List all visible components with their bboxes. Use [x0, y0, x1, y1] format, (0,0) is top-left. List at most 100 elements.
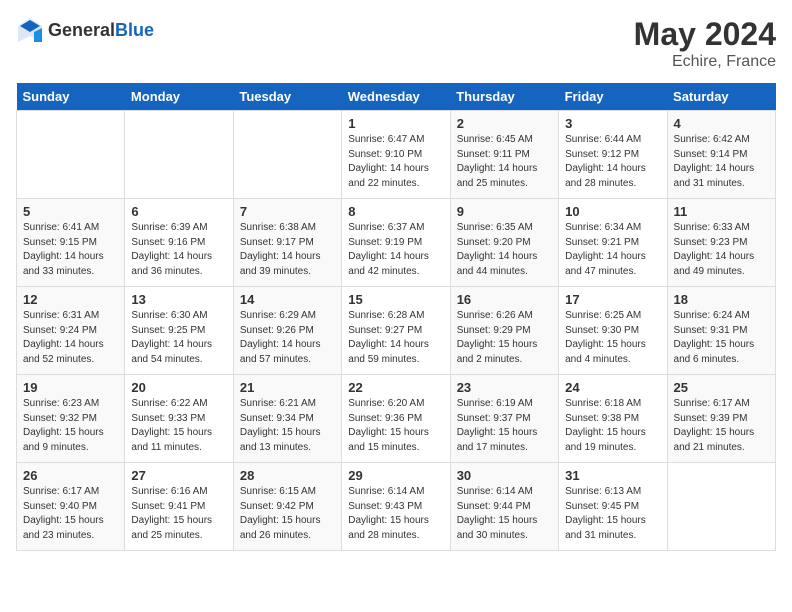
calendar-cell: 9 Sunrise: 6:35 AM Sunset: 9:20 PM Daylig…	[450, 199, 558, 287]
calendar-cell	[667, 463, 775, 551]
calendar-cell: 27 Sunrise: 6:16 AM Sunset: 9:41 PM Dayli…	[125, 463, 233, 551]
day-number: 7	[240, 204, 335, 219]
logo-text: GeneralBlue	[48, 20, 154, 41]
calendar-cell: 3 Sunrise: 6:44 AM Sunset: 9:12 PM Daylig…	[559, 111, 667, 199]
calendar-cell	[125, 111, 233, 199]
day-number: 30	[457, 468, 552, 483]
day-header-friday: Friday	[559, 83, 667, 111]
day-info: Sunrise: 6:47 AM Sunset: 9:10 PM Dayligh…	[348, 133, 443, 191]
day-number: 9	[457, 204, 552, 219]
day-info: Sunrise: 6:14 AM Sunset: 9:43 PM Dayligh…	[348, 485, 443, 543]
day-header-wednesday: Wednesday	[342, 83, 450, 111]
calendar-location: Echire, France	[634, 53, 776, 71]
calendar-cell: 22Sunrise: 6:20 AM Sunset: 9:36 PM Dayli…	[342, 375, 450, 463]
calendar-cell: 10 Sunrise: 6:34 AM Sunset: 9:21 PM Dayli…	[559, 199, 667, 287]
day-info: Sunrise: 6:34 AM Sunset: 9:21 PM Dayligh…	[565, 221, 660, 279]
week-row-5: 26Sunrise: 6:17 AM Sunset: 9:40 PM Dayli…	[17, 463, 776, 551]
calendar-cell: 2Sunrise: 6:45 AM Sunset: 9:11 PM Daylig…	[450, 111, 558, 199]
calendar-cell	[17, 111, 125, 199]
logo-general: General	[48, 20, 115, 40]
day-number: 15	[348, 292, 443, 307]
day-info: Sunrise: 6:44 AM Sunset: 9:12 PM Dayligh…	[565, 133, 660, 191]
day-info: Sunrise: 6:42 AM Sunset: 9:14 PM Dayligh…	[674, 133, 769, 191]
day-number: 21	[240, 380, 335, 395]
calendar-cell	[233, 111, 341, 199]
calendar-cell: 30 Sunrise: 6:14 AM Sunset: 9:44 PM Dayli…	[450, 463, 558, 551]
day-info: Sunrise: 6:35 AM Sunset: 9:20 PM Dayligh…	[457, 221, 552, 279]
calendar-cell: 13 Sunrise: 6:30 AM Sunset: 9:25 PM Dayli…	[125, 287, 233, 375]
day-number: 12	[23, 292, 118, 307]
day-number: 19	[23, 380, 118, 395]
calendar-cell: 26Sunrise: 6:17 AM Sunset: 9:40 PM Dayli…	[17, 463, 125, 551]
day-info: Sunrise: 6:28 AM Sunset: 9:27 PM Dayligh…	[348, 309, 443, 367]
title-block: May 2024 Echire, France	[634, 16, 776, 71]
days-header-row: SundayMondayTuesdayWednesdayThursdayFrid…	[17, 83, 776, 111]
day-header-tuesday: Tuesday	[233, 83, 341, 111]
day-number: 18	[674, 292, 769, 307]
day-info: Sunrise: 6:16 AM Sunset: 9:41 PM Dayligh…	[131, 485, 226, 543]
day-info: Sunrise: 6:37 AM Sunset: 9:19 PM Dayligh…	[348, 221, 443, 279]
day-number: 11	[674, 204, 769, 219]
day-info: Sunrise: 6:33 AM Sunset: 9:23 PM Dayligh…	[674, 221, 769, 279]
day-info: Sunrise: 6:22 AM Sunset: 9:33 PM Dayligh…	[131, 397, 226, 455]
day-info: Sunrise: 6:41 AM Sunset: 9:15 PM Dayligh…	[23, 221, 118, 279]
day-number: 3	[565, 116, 660, 131]
calendar-cell: 1 Sunrise: 6:47 AM Sunset: 9:10 PM Daylig…	[342, 111, 450, 199]
day-info: Sunrise: 6:24 AM Sunset: 9:31 PM Dayligh…	[674, 309, 769, 367]
day-number: 20	[131, 380, 226, 395]
day-info: Sunrise: 6:25 AM Sunset: 9:30 PM Dayligh…	[565, 309, 660, 367]
day-number: 28	[240, 468, 335, 483]
day-number: 13	[131, 292, 226, 307]
calendar-cell: 18 Sunrise: 6:24 AM Sunset: 9:31 PM Dayli…	[667, 287, 775, 375]
day-info: Sunrise: 6:17 AM Sunset: 9:40 PM Dayligh…	[23, 485, 118, 543]
day-info: Sunrise: 6:14 AM Sunset: 9:44 PM Dayligh…	[457, 485, 552, 543]
calendar-table: SundayMondayTuesdayWednesdayThursdayFrid…	[16, 83, 776, 551]
day-number: 31	[565, 468, 660, 483]
day-number: 8	[348, 204, 443, 219]
week-row-2: 5Sunrise: 6:41 AM Sunset: 9:15 PM Daylig…	[17, 199, 776, 287]
day-number: 23	[457, 380, 552, 395]
day-info: Sunrise: 6:26 AM Sunset: 9:29 PM Dayligh…	[457, 309, 552, 367]
day-number: 10	[565, 204, 660, 219]
day-number: 2	[457, 116, 552, 131]
day-header-monday: Monday	[125, 83, 233, 111]
day-info: Sunrise: 6:15 AM Sunset: 9:42 PM Dayligh…	[240, 485, 335, 543]
calendar-cell: 6Sunrise: 6:39 AM Sunset: 9:16 PM Daylig…	[125, 199, 233, 287]
day-info: Sunrise: 6:23 AM Sunset: 9:32 PM Dayligh…	[23, 397, 118, 455]
logo: GeneralBlue	[16, 16, 154, 44]
day-number: 17	[565, 292, 660, 307]
calendar-cell: 12Sunrise: 6:31 AM Sunset: 9:24 PM Dayli…	[17, 287, 125, 375]
calendar-cell: 31Sunrise: 6:13 AM Sunset: 9:45 PM Dayli…	[559, 463, 667, 551]
calendar-cell: 4Sunrise: 6:42 AM Sunset: 9:14 PM Daylig…	[667, 111, 775, 199]
day-number: 29	[348, 468, 443, 483]
calendar-cell: 20 Sunrise: 6:22 AM Sunset: 9:33 PM Dayli…	[125, 375, 233, 463]
logo-blue: Blue	[115, 20, 154, 40]
week-row-1: 1 Sunrise: 6:47 AM Sunset: 9:10 PM Daylig…	[17, 111, 776, 199]
calendar-cell: 17 Sunrise: 6:25 AM Sunset: 9:30 PM Dayli…	[559, 287, 667, 375]
page-header: GeneralBlue May 2024 Echire, France	[16, 16, 776, 71]
calendar-cell: 24Sunrise: 6:18 AM Sunset: 9:38 PM Dayli…	[559, 375, 667, 463]
week-row-3: 12Sunrise: 6:31 AM Sunset: 9:24 PM Dayli…	[17, 287, 776, 375]
day-info: Sunrise: 6:17 AM Sunset: 9:39 PM Dayligh…	[674, 397, 769, 455]
day-number: 6	[131, 204, 226, 219]
day-info: Sunrise: 6:30 AM Sunset: 9:25 PM Dayligh…	[131, 309, 226, 367]
calendar-cell: 29 Sunrise: 6:14 AM Sunset: 9:43 PM Dayli…	[342, 463, 450, 551]
week-row-4: 19 Sunrise: 6:23 AM Sunset: 9:32 PM Dayli…	[17, 375, 776, 463]
day-number: 24	[565, 380, 660, 395]
calendar-cell: 11 Sunrise: 6:33 AM Sunset: 9:23 PM Dayli…	[667, 199, 775, 287]
day-info: Sunrise: 6:29 AM Sunset: 9:26 PM Dayligh…	[240, 309, 335, 367]
day-number: 27	[131, 468, 226, 483]
day-header-thursday: Thursday	[450, 83, 558, 111]
calendar-cell: 5Sunrise: 6:41 AM Sunset: 9:15 PM Daylig…	[17, 199, 125, 287]
calendar-cell: 19 Sunrise: 6:23 AM Sunset: 9:32 PM Dayli…	[17, 375, 125, 463]
calendar-cell: 15 Sunrise: 6:28 AM Sunset: 9:27 PM Dayli…	[342, 287, 450, 375]
calendar-cell: 25Sunrise: 6:17 AM Sunset: 9:39 PM Dayli…	[667, 375, 775, 463]
calendar-cell: 7Sunrise: 6:38 AM Sunset: 9:17 PM Daylig…	[233, 199, 341, 287]
calendar-cell: 21 Sunrise: 6:21 AM Sunset: 9:34 PM Dayli…	[233, 375, 341, 463]
calendar-cell: 23Sunrise: 6:19 AM Sunset: 9:37 PM Dayli…	[450, 375, 558, 463]
day-header-sunday: Sunday	[17, 83, 125, 111]
day-info: Sunrise: 6:20 AM Sunset: 9:36 PM Dayligh…	[348, 397, 443, 455]
day-number: 16	[457, 292, 552, 307]
day-number: 1	[348, 116, 443, 131]
day-info: Sunrise: 6:21 AM Sunset: 9:34 PM Dayligh…	[240, 397, 335, 455]
